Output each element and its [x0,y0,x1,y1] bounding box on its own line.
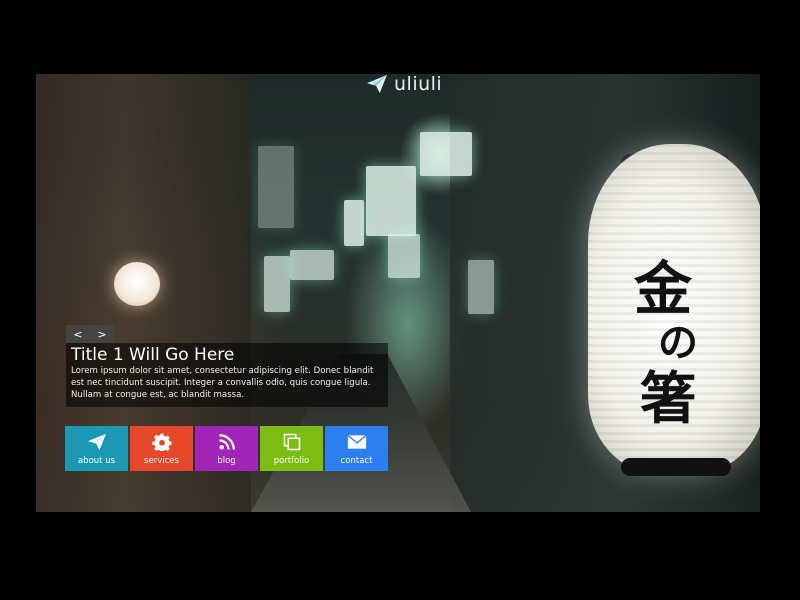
nav-tiles: about us services blog portfolio contact [65,426,388,471]
shop-sign [388,234,420,278]
slider-nav: < > [66,325,114,343]
tile-label: blog [217,456,236,466]
shop-sign [290,250,334,280]
slider-prev-button[interactable]: < [73,328,82,341]
slide-description: Lorem ipsum dolor sit amet, consectetur … [71,366,374,400]
lantern-cap [621,458,731,476]
envelope-icon [346,434,367,449]
shop-sign [258,146,294,228]
tile-blog[interactable]: blog [195,426,258,471]
stacked-squares-icon [283,433,300,451]
shop-sign [468,260,494,314]
tile-label: services [144,456,179,466]
paper-lantern [114,262,160,306]
tile-contact[interactable]: contact [325,426,388,471]
paper-plane-icon [367,74,387,94]
tile-services[interactable]: services [130,426,193,471]
rss-icon [218,434,235,450]
slider-next-button[interactable]: > [97,328,106,341]
lantern-calligraphy: 箸 [640,366,696,432]
tile-portfolio[interactable]: portfolio [260,426,323,471]
gear-icon [151,433,172,451]
tile-label: portfolio [273,456,310,466]
tile-label: about us [77,456,116,466]
slide-title: Title 1 Will Go Here [71,345,235,365]
paper-plane-icon [87,433,106,451]
shop-sign [264,256,290,312]
site-logo[interactable]: uliuli [366,73,442,95]
shop-sign [420,132,472,176]
tile-label: contact [340,456,373,466]
tile-about-us[interactable]: about us [65,426,128,471]
shop-sign [366,166,416,236]
site-logo-text: uliuli [394,73,443,95]
shop-sign [344,200,364,246]
